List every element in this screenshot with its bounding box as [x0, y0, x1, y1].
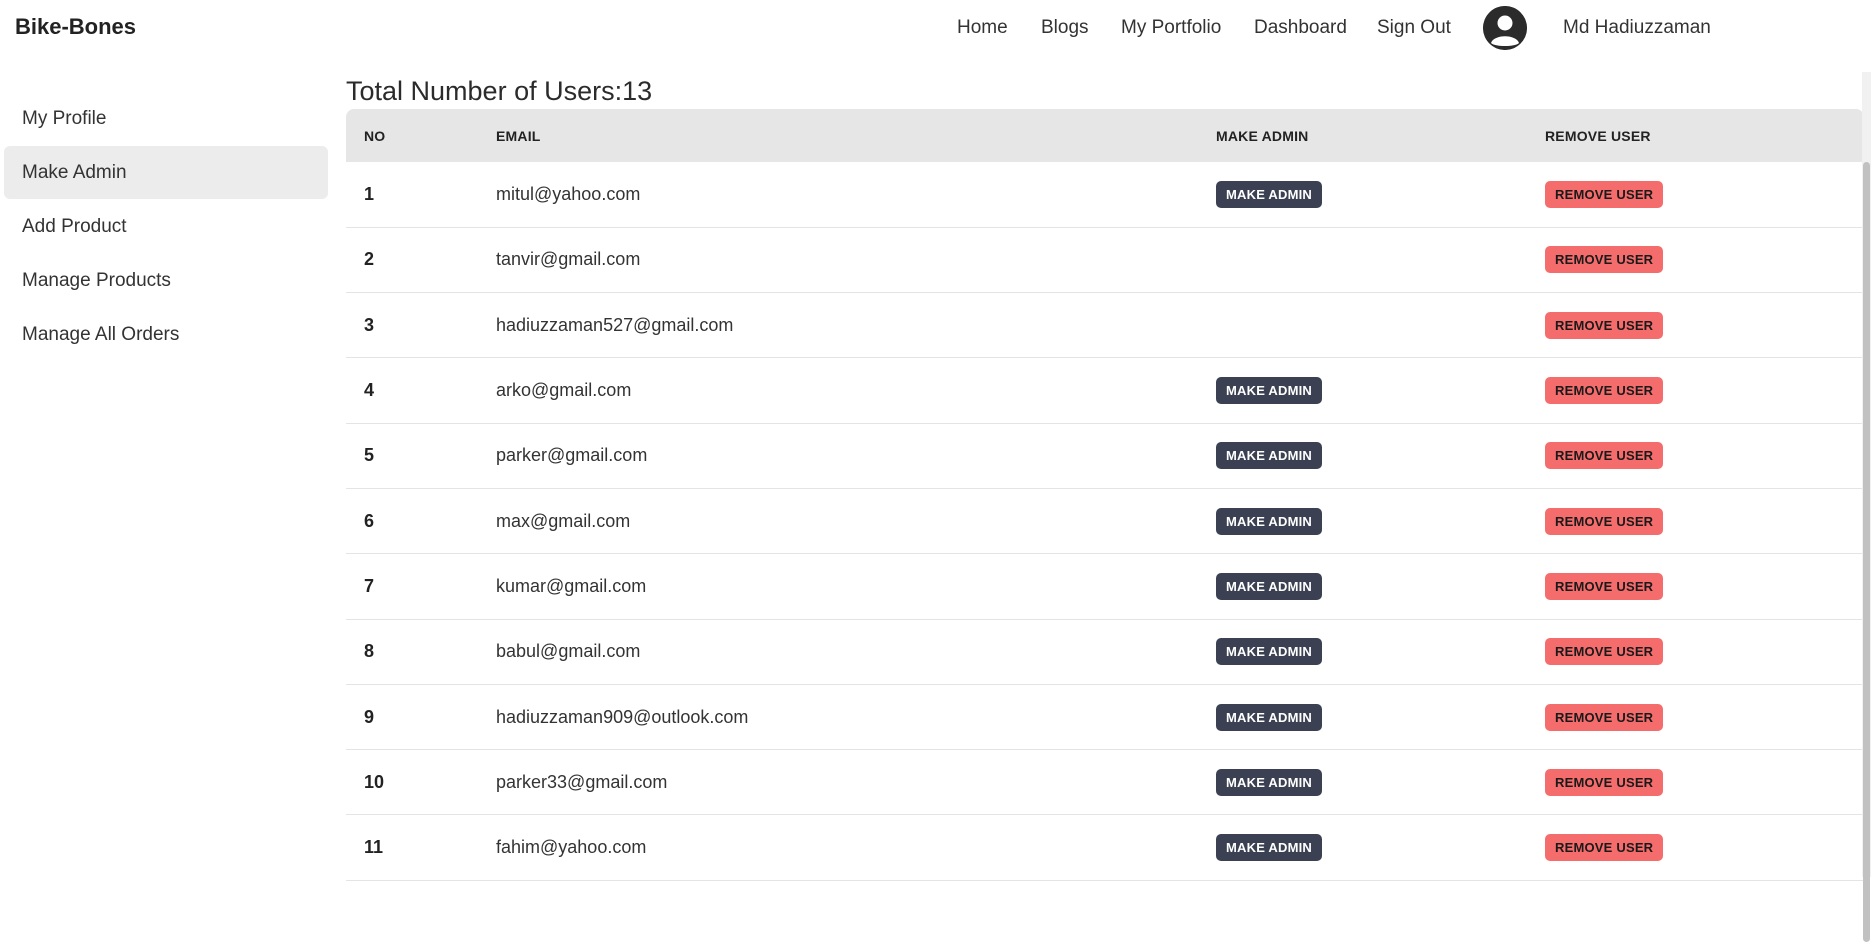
top-navbar: Bike-Bones Home Blogs My Portfolio Dashb… [0, 0, 1871, 58]
nav-dashboard[interactable]: Dashboard [1254, 17, 1347, 39]
row-email: tanvir@gmail.com [496, 249, 641, 270]
row-number: 1 [364, 183, 375, 204]
nav-my-portfolio[interactable]: My Portfolio [1121, 17, 1221, 39]
sidebar-item-add-product[interactable]: Add Product [4, 200, 328, 253]
table-row: 9 hadiuzzaman909@outlook.com MAKE ADMIN REM… [346, 684, 1864, 750]
row-remove-user-cell: REMOVE USER [1527, 358, 1864, 423]
table-header-row: NO EMAIL MAKE ADMIN REMOVE USER [346, 109, 1864, 162]
make-admin-button[interactable]: MAKE ADMIN [1216, 768, 1323, 796]
row-remove-user-cell: REMOVE USER [1527, 815, 1864, 880]
user-circle-icon[interactable] [1483, 6, 1527, 50]
scrollbar-thumb[interactable] [1863, 162, 1870, 942]
row-make-admin-cell: MAKE ADMIN [1198, 815, 1527, 880]
table-row: 5 parker@gmail.com MAKE ADMIN REMOVE USER [346, 423, 1864, 489]
table-row: 4 arko@gmail.com MAKE ADMIN REMOVE USER [346, 358, 1864, 424]
table-row: 3 hadiuzzaman527@gmail.com REMOVE USER [346, 293, 1864, 358]
make-admin-button[interactable]: MAKE ADMIN [1216, 638, 1323, 666]
row-email: babul@gmail.com [496, 641, 641, 662]
remove-user-button[interactable]: REMOVE USER [1545, 377, 1664, 405]
row-remove-user-cell: REMOVE USER [1527, 423, 1864, 488]
remove-user-button[interactable]: REMOVE USER [1545, 311, 1664, 339]
make-admin-button[interactable]: MAKE ADMIN [1216, 834, 1323, 862]
page-title: Total Number of Users:13 [346, 76, 653, 106]
row-remove-user-cell: REMOVE USER [1527, 684, 1864, 749]
row-number: 4 [364, 380, 375, 401]
row-number: 3 [364, 314, 375, 335]
column-header-make-admin: MAKE ADMIN [1216, 127, 1309, 144]
row-number: 9 [364, 706, 375, 727]
sidebar-item-manage-products[interactable]: Manage Products [4, 254, 328, 307]
row-make-admin-cell: MAKE ADMIN [1198, 750, 1527, 815]
row-remove-user-cell: REMOVE USER [1527, 750, 1864, 815]
table-row: 11 fahim@yahoo.com MAKE ADMIN REMOVE USER [346, 815, 1864, 881]
row-number: 8 [364, 641, 375, 662]
row-make-admin-cell: MAKE ADMIN [1198, 423, 1527, 488]
remove-user-button[interactable]: REMOVE USER [1545, 180, 1664, 208]
row-email: hadiuzzaman909@outlook.com [496, 706, 749, 727]
table-row: 8 babul@gmail.com MAKE ADMIN REMOVE USER [346, 619, 1864, 685]
make-admin-button[interactable]: MAKE ADMIN [1216, 442, 1323, 470]
row-email: kumar@gmail.com [496, 575, 647, 596]
row-number: 7 [364, 575, 375, 596]
make-admin-button[interactable]: MAKE ADMIN [1216, 377, 1323, 405]
row-remove-user-cell: REMOVE USER [1527, 619, 1864, 684]
make-admin-button[interactable]: MAKE ADMIN [1216, 507, 1323, 535]
row-make-admin-cell: MAKE ADMIN [1198, 684, 1527, 749]
remove-user-button[interactable]: REMOVE USER [1545, 703, 1664, 731]
row-number: 6 [364, 510, 375, 531]
remove-user-button[interactable]: REMOVE USER [1545, 246, 1664, 274]
row-email: max@gmail.com [496, 510, 631, 531]
row-make-admin-cell: MAKE ADMIN [1198, 162, 1527, 227]
users-table: NO EMAIL MAKE ADMIN REMOVE USER 1 mitul@y… [346, 109, 1864, 881]
nav-sign-out[interactable]: Sign Out [1377, 17, 1451, 39]
row-number: 11 [364, 837, 384, 858]
row-remove-user-cell: REMOVE USER [1527, 554, 1864, 619]
row-remove-user-cell: REMOVE USER [1527, 227, 1864, 292]
row-number: 2 [364, 249, 375, 270]
remove-user-button[interactable]: REMOVE USER [1545, 507, 1664, 535]
row-make-admin-cell: MAKE ADMIN [1198, 619, 1527, 684]
table-row: 2 tanvir@gmail.com REMOVE USER [346, 227, 1864, 293]
row-remove-user-cell: REMOVE USER [1527, 488, 1864, 553]
row-email: arko@gmail.com [496, 380, 632, 401]
row-email: fahim@yahoo.com [496, 837, 647, 858]
page-scrollbar[interactable] [1862, 72, 1871, 942]
remove-user-button[interactable]: REMOVE USER [1545, 768, 1664, 796]
sidebar-item-make-admin[interactable]: Make Admin [4, 146, 328, 199]
row-remove-user-cell: REMOVE USER [1527, 162, 1864, 227]
table-row: 10 parker33@gmail.com MAKE ADMIN REMOVE USE… [346, 750, 1864, 815]
table-row: 1 mitul@yahoo.com MAKE ADMIN REMOVE USER [346, 162, 1864, 228]
row-make-admin-cell [1198, 227, 1527, 292]
sidebar-item-my-profile[interactable]: My Profile [4, 92, 328, 145]
row-make-admin-cell: MAKE ADMIN [1198, 554, 1527, 619]
row-email: parker33@gmail.com [496, 771, 668, 792]
column-header-no: NO [364, 127, 386, 144]
make-admin-button[interactable]: MAKE ADMIN [1216, 180, 1323, 208]
make-admin-button[interactable]: MAKE ADMIN [1216, 572, 1323, 600]
remove-user-button[interactable]: REMOVE USER [1545, 442, 1664, 470]
make-admin-button[interactable]: MAKE ADMIN [1216, 703, 1323, 731]
table-body: 1 mitul@yahoo.com MAKE ADMIN REMOVE USER 2 ta… [346, 162, 1864, 881]
brand-logo[interactable]: Bike-Bones [15, 14, 136, 40]
row-number: 5 [364, 445, 375, 466]
sidebar-item-manage-all-orders[interactable]: Manage All Orders [4, 308, 328, 361]
nav-blogs[interactable]: Blogs [1041, 17, 1089, 39]
table-row: 6 max@gmail.com MAKE ADMIN REMOVE USER [346, 488, 1864, 554]
row-email: mitul@yahoo.com [496, 183, 641, 204]
column-header-remove-user: REMOVE USER [1545, 127, 1651, 144]
row-email: parker@gmail.com [496, 445, 648, 466]
column-header-email: EMAIL [496, 127, 541, 144]
row-make-admin-cell: MAKE ADMIN [1198, 358, 1527, 423]
remove-user-button[interactable]: REMOVE USER [1545, 834, 1664, 862]
row-remove-user-cell: REMOVE USER [1527, 293, 1864, 358]
user-name[interactable]: Md Hadiuzzaman [1563, 17, 1711, 39]
row-make-admin-cell: MAKE ADMIN [1198, 488, 1527, 553]
row-email: hadiuzzaman527@gmail.com [496, 314, 734, 335]
remove-user-button[interactable]: REMOVE USER [1545, 572, 1664, 600]
nav-home[interactable]: Home [957, 17, 1008, 39]
table-row: 7 kumar@gmail.com MAKE ADMIN REMOVE USER [346, 554, 1864, 620]
row-make-admin-cell [1198, 293, 1527, 358]
row-number: 10 [364, 771, 385, 792]
remove-user-button[interactable]: REMOVE USER [1545, 638, 1664, 666]
